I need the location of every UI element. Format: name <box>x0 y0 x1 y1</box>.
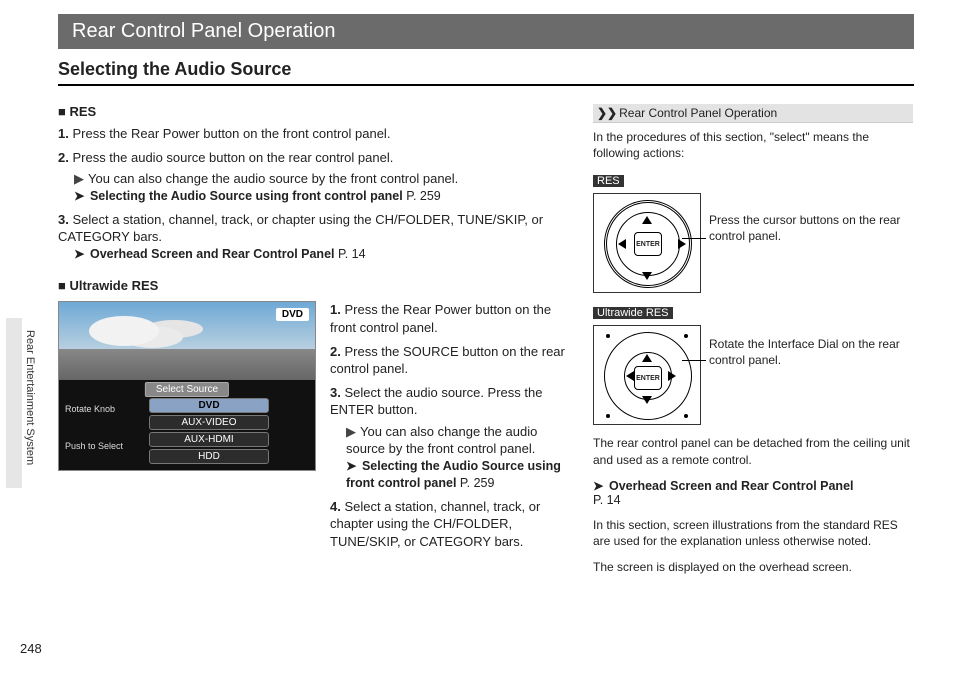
res-subheading: RES <box>58 104 573 119</box>
res-step-2-note: You can also change the audio source by … <box>88 171 458 186</box>
sidebar-intro: In the procedures of this section, "sele… <box>593 129 913 161</box>
arrow-right-icon <box>668 371 676 381</box>
enter-button-label: ENTER <box>634 366 662 390</box>
sidebar-header-text: Rear Control Panel Operation <box>619 106 777 120</box>
arrow-down-icon <box>642 396 652 404</box>
info-sidebar: ❯❯Rear Control Panel Operation In the pr… <box>593 104 913 585</box>
double-chevron-icon: ❯❯ <box>597 106 617 120</box>
res-controller-diagram: ENTER <box>593 193 701 293</box>
uw-step-3-text: Select the audio source. Press the ENTER… <box>330 385 542 418</box>
chevron-right-icon: ▶ <box>346 424 356 439</box>
res-ref-1-page: P. 259 <box>406 189 441 203</box>
side-tab <box>6 318 22 488</box>
illustration-note: In this section, screen illustrations fr… <box>593 517 913 549</box>
arrow-right-icon <box>678 239 686 249</box>
uw-step-3-note: You can also change the audio source by … <box>346 424 537 457</box>
sidebar-tag-res: RES <box>593 175 624 187</box>
uw-step-4: 4. Select a station, channel, track, or … <box>330 498 573 551</box>
res-step-3-text: Select a station, channel, track, or cha… <box>58 212 543 245</box>
arrow-down-icon <box>642 272 652 280</box>
link-arrow-icon: ➤ <box>74 247 84 261</box>
section-title: Selecting the Audio Source <box>58 59 914 86</box>
side-section-label: Rear Entertainment System <box>24 330 36 465</box>
res-ref-1-title: Selecting the Audio Source using front c… <box>90 189 403 203</box>
overhead-note: The screen is displayed on the overhead … <box>593 559 913 575</box>
uw-step-2-text: Press the SOURCE button on the rear cont… <box>330 344 565 377</box>
sidebar-ref-page: P. 14 <box>593 493 621 507</box>
screenshot-item-aux-hdmi: AUX-HDMI <box>149 432 269 447</box>
res-step-1: 1. Press the Rear Power button on the fr… <box>58 125 573 143</box>
ultrawide-callout: Rotate the Interface Dial on the rear co… <box>709 325 913 368</box>
source-select-screenshot: DVD Select Source Rotate Knob Push to Se… <box>58 301 316 471</box>
res-ref-2-title: Overhead Screen and Rear Control Panel <box>90 247 335 261</box>
screenshot-dvd-badge: DVD <box>276 308 309 321</box>
page-title-bar: Rear Control Panel Operation <box>58 14 914 49</box>
res-callout: Press the cursor buttons on the rear con… <box>709 193 913 244</box>
uw-step-4-text: Select a station, channel, track, or cha… <box>330 499 540 549</box>
link-arrow-icon: ➤ <box>593 479 603 493</box>
sidebar-tag-ultrawide: Ultrawide RES <box>593 307 673 319</box>
detach-note: The rear control panel can be detached f… <box>593 435 913 467</box>
arrow-left-icon <box>626 371 634 381</box>
screenshot-title: Select Source <box>145 382 229 397</box>
link-arrow-icon: ➤ <box>346 459 356 473</box>
screenshot-item-hdd: HDD <box>149 449 269 464</box>
uw-step-1: 1. Press the Rear Power button on the fr… <box>330 301 573 336</box>
arrow-up-icon <box>642 354 652 362</box>
screenshot-hint-rotate: Rotate Knob <box>65 402 123 416</box>
res-ref-2-page: P. 14 <box>338 247 366 261</box>
res-step-2: 2. Press the audio source button on the … <box>58 149 573 205</box>
enter-button-label: ENTER <box>634 232 662 256</box>
ultrawide-controller-diagram: ENTER <box>593 325 701 425</box>
uw-ref-page: P. 259 <box>460 476 495 490</box>
sidebar-header: ❯❯Rear Control Panel Operation <box>593 104 913 123</box>
sidebar-ref-title: Overhead Screen and Rear Control Panel <box>609 479 854 493</box>
uw-step-3: 3. Select the audio source. Press the EN… <box>330 384 573 492</box>
main-column: RES 1. Press the Rear Power button on th… <box>58 104 593 585</box>
uw-ref-title: Selecting the Audio Source using front c… <box>346 459 561 490</box>
uw-step-2: 2. Press the SOURCE button on the rear c… <box>330 343 573 378</box>
screenshot-hint-push: Push to Select <box>65 439 123 453</box>
screenshot-item-dvd: DVD <box>149 398 269 413</box>
res-step-2-text: Press the audio source button on the rea… <box>72 150 393 165</box>
arrow-left-icon <box>618 239 626 249</box>
res-step-3: 3. Select a station, channel, track, or … <box>58 211 573 263</box>
ultrawide-subheading: Ultrawide RES <box>58 278 573 293</box>
arrow-up-icon <box>642 216 652 224</box>
page-number: 248 <box>20 641 42 656</box>
chevron-right-icon: ▶ <box>74 171 84 186</box>
res-step-1-text: Press the Rear Power button on the front… <box>72 126 390 141</box>
screenshot-item-aux-video: AUX-VIDEO <box>149 415 269 430</box>
link-arrow-icon: ➤ <box>74 189 84 203</box>
uw-step-1-text: Press the Rear Power button on the front… <box>330 302 551 335</box>
